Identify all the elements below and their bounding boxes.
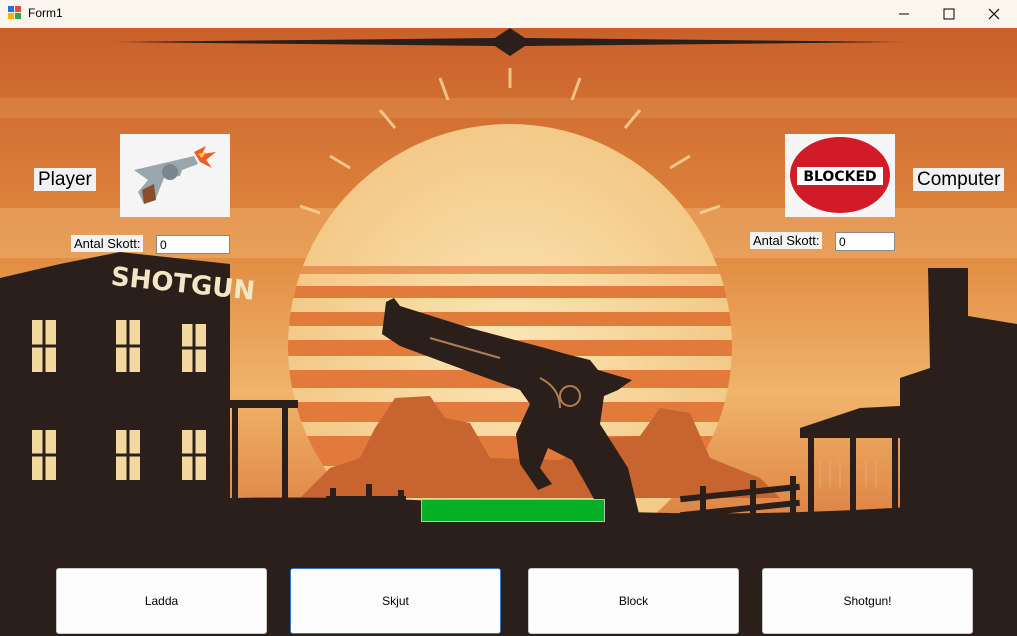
- progress-fill: [422, 500, 604, 521]
- blocked-stamp-icon: BLOCKED: [785, 134, 895, 217]
- computer-label: Computer: [913, 168, 1005, 191]
- action-progress-bar: [421, 499, 605, 522]
- computer-shots-field[interactable]: [835, 232, 895, 251]
- blocked-text: BLOCKED: [803, 169, 876, 185]
- player-label: Player: [34, 168, 96, 191]
- maximize-icon: [943, 8, 955, 20]
- computer-shots-label: Antal Skott:: [750, 232, 823, 249]
- computer-action-picture: BLOCKED: [785, 134, 895, 217]
- reload-button[interactable]: Ladda: [56, 568, 267, 634]
- close-button[interactable]: [971, 0, 1017, 28]
- player-shots-field[interactable]: [156, 235, 230, 254]
- shoot-button[interactable]: Skjut: [290, 568, 501, 634]
- minimize-icon: [899, 13, 909, 15]
- maximize-button[interactable]: [926, 0, 972, 28]
- app-icon: [8, 6, 21, 19]
- window-title: Form1: [28, 6, 63, 20]
- close-icon: [988, 8, 1000, 20]
- minimize-button[interactable]: [881, 0, 927, 28]
- player-action-picture: [120, 134, 230, 217]
- title-bar: Form1: [0, 0, 1017, 28]
- player-shots-label: Antal Skott:: [71, 235, 144, 252]
- shotgun-button[interactable]: Shotgun!: [762, 568, 973, 634]
- revolver-firing-icon: [120, 134, 230, 217]
- block-button[interactable]: Block: [528, 568, 739, 634]
- western-sunset-illustration: SHOTGUN: [0, 28, 1017, 636]
- game-background: SHOTGUN: [0, 28, 1017, 636]
